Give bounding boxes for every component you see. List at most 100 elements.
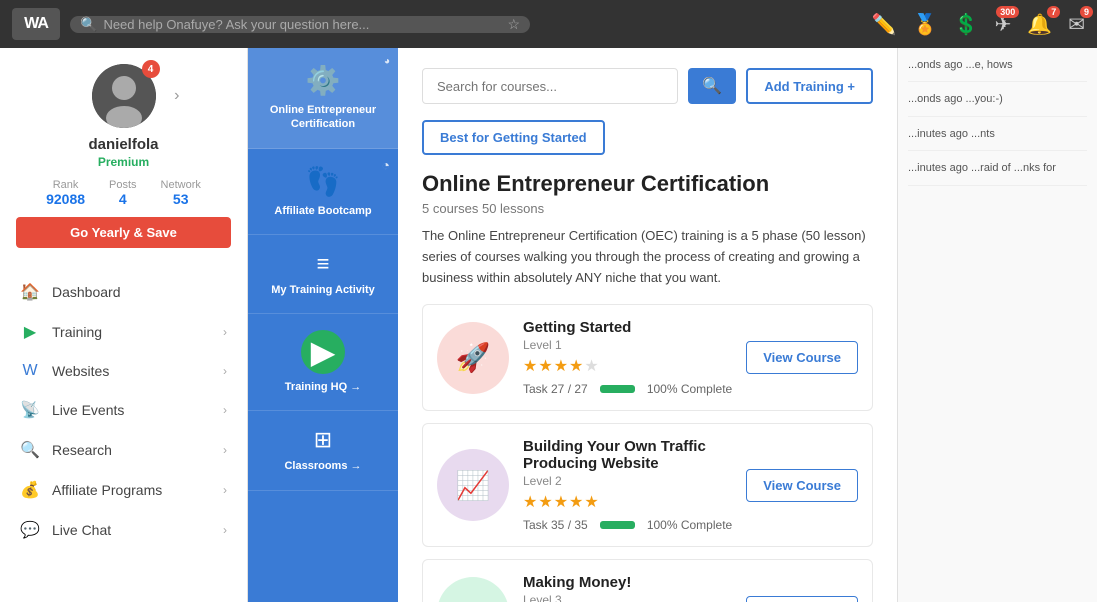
course-search-button[interactable]: 🔍	[688, 68, 736, 104]
dashboard-icon: 🏠	[20, 282, 40, 302]
mail-badge: 9	[1080, 6, 1093, 18]
stat-posts: Posts 4	[109, 179, 137, 207]
sidebar-item-websites[interactable]: W Websites ›	[0, 352, 247, 390]
progress-bar-fill-2	[600, 521, 635, 529]
mail-nav-btn[interactable]: ✉ 9	[1068, 12, 1085, 37]
chat-item-4: ...inutes ago ...raid of ...nks for	[908, 161, 1087, 185]
sidebar-item-research[interactable]: 🔍 Research ›	[0, 430, 247, 470]
ts-progress-bootcamp: ◔	[382, 157, 390, 173]
ts-icon-activity: ≡	[256, 251, 390, 277]
chevron-icon-liveevents: ›	[223, 403, 227, 417]
notification-badge: 4	[142, 60, 160, 78]
training-icon: ▶	[20, 322, 40, 342]
course-info-2: Building Your Own Traffic Producing Webs…	[523, 438, 732, 532]
course-content: 🔍 Add Training + Best for Getting Starte…	[398, 48, 897, 602]
tab-best-started[interactable]: Best for Getting Started	[422, 120, 605, 155]
chevron-icon: ›	[223, 325, 227, 339]
upgrade-button[interactable]: Go Yearly & Save	[16, 217, 231, 248]
course-card-2: 📈 Building Your Own Traffic Producing We…	[422, 423, 873, 547]
progress-bar-wrap-1	[600, 385, 635, 393]
stat-network: Network 53	[161, 179, 201, 207]
cert-desc: The Online Entrepreneur Certification (O…	[422, 226, 873, 288]
ts-item-oec[interactable]: ◕ ⚙️ Online Entrepreneur Certification	[248, 48, 398, 149]
progress-bar-wrap-2	[600, 521, 635, 529]
sidebar-item-livechat[interactable]: 💬 Live Chat ›	[0, 510, 247, 550]
chat-item-3: ...inutes ago ...nts	[908, 127, 1087, 151]
ts-icon-oec: ⚙️	[256, 64, 390, 97]
search-input[interactable]	[103, 17, 501, 32]
ts-item-activity[interactable]: ≡ My Training Activity	[248, 235, 398, 314]
chevron-icon-livechat: ›	[223, 523, 227, 537]
course-info-3: Making Money! Level 3 ★★★★★ Task 28 / 28…	[523, 574, 732, 602]
livechat-icon: 💬	[20, 520, 40, 540]
ts-item-bootcamp[interactable]: ◔ 👣 Affiliate Bootcamp	[248, 149, 398, 235]
rank-nav-btn[interactable]: 🏅	[913, 12, 938, 37]
course-stars-1: ★★★★★	[523, 356, 732, 376]
left-sidebar: 4 › danielfola Premium Rank 92088 Posts …	[0, 48, 248, 602]
websites-icon: W	[20, 362, 40, 380]
search-bar[interactable]: 🔍 ☆	[70, 16, 530, 33]
course-progress-1: Task 27 / 27 100% Complete	[523, 382, 732, 396]
sidebar-item-liveevents[interactable]: 📡 Live Events ›	[0, 390, 247, 430]
bell-badge: 7	[1047, 6, 1060, 18]
star-icon: ☆	[507, 16, 520, 33]
edit-nav-btn[interactable]: ✏️	[872, 12, 897, 37]
cert-header: Online Entrepreneur Certification 5 cour…	[422, 171, 873, 288]
course-stars-2: ★★★★★	[523, 492, 732, 512]
course-thumb-2: 📈	[437, 449, 509, 521]
ts-icon-hq: ▶	[301, 330, 345, 374]
ts-icon-classrooms: ⊞	[256, 427, 390, 453]
avatar-wrap: 4 ›	[92, 64, 156, 128]
stat-rank: Rank 92088	[46, 179, 85, 207]
course-card-1: 🚀 Getting Started Level 1 ★★★★★ Task 27 …	[422, 304, 873, 411]
username: danielfola	[88, 136, 158, 153]
cert-meta: 5 courses 50 lessons	[422, 201, 873, 216]
ts-item-classrooms[interactable]: ⊞ Classrooms →	[248, 411, 398, 490]
sidebar-nav: 🏠 Dashboard ▶ Training › W Websites › 📡 …	[0, 264, 247, 558]
cert-title: Online Entrepreneur Certification	[422, 171, 873, 197]
chat-item-2: ...onds ago ...you:-)	[908, 92, 1087, 116]
view-course-btn-1[interactable]: View Course	[746, 341, 858, 374]
bell-nav-btn[interactable]: 🔔 7	[1027, 12, 1052, 37]
ts-progress-oec: ◕	[384, 56, 390, 67]
tab-bar: Best for Getting Started	[422, 120, 873, 155]
app-body: 4 › danielfola Premium Rank 92088 Posts …	[0, 48, 1097, 602]
add-training-button[interactable]: Add Training +	[746, 68, 873, 104]
liveevents-icon: 📡	[20, 400, 40, 420]
search-icon: 🔍	[80, 16, 97, 33]
course-thumb-1: 🚀	[437, 322, 509, 394]
ts-icon-bootcamp: 👣	[256, 165, 390, 198]
chevron-icon-affiliate: ›	[223, 483, 227, 497]
logo[interactable]: WA	[12, 8, 60, 40]
avatar-nav-arrow[interactable]: ›	[174, 87, 179, 105]
sidebar-item-dashboard[interactable]: 🏠 Dashboard	[0, 272, 247, 312]
chevron-icon-research: ›	[223, 443, 227, 457]
right-chat-panel: ...onds ago ...e, hows ...onds ago ...yo…	[897, 48, 1097, 602]
user-stats: Rank 92088 Posts 4 Network 53	[46, 179, 201, 207]
training-panel: ◕ ⚙️ Online Entrepreneur Certification ◔…	[248, 48, 1097, 602]
sidebar-item-training[interactable]: ▶ Training ›	[0, 312, 247, 352]
profile-section: 4 › danielfola Premium Rank 92088 Posts …	[0, 64, 247, 264]
chat-item-1: ...onds ago ...e, hows	[908, 58, 1087, 82]
research-icon: 🔍	[20, 440, 40, 460]
course-info-1: Getting Started Level 1 ★★★★★ Task 27 / …	[523, 319, 732, 396]
dollar-nav-btn[interactable]: 💲	[954, 12, 979, 37]
view-course-btn-3[interactable]: View Course	[746, 596, 858, 602]
view-course-btn-2[interactable]: View Course	[746, 469, 858, 502]
course-card-3: 💵 Making Money! Level 3 ★★★★★ Task 28 / …	[422, 559, 873, 602]
chevron-icon-websites: ›	[223, 364, 227, 378]
sidebar-item-affiliate[interactable]: 💰 Affiliate Programs ›	[0, 470, 247, 510]
ts-item-hq[interactable]: ▶ Training HQ →	[248, 314, 398, 411]
training-sidebar: ◕ ⚙️ Online Entrepreneur Certification ◔…	[248, 48, 398, 602]
progress-bar-fill-1	[600, 385, 635, 393]
plane-badge: 300	[996, 6, 1019, 18]
course-progress-2: Task 35 / 35 100% Complete	[523, 518, 732, 532]
course-thumb-3: 💵	[437, 577, 509, 602]
course-search-input[interactable]	[422, 68, 678, 104]
affiliate-icon: 💰	[20, 480, 40, 500]
plane-nav-btn[interactable]: ✈ 300	[995, 12, 1012, 37]
user-badge: Premium	[98, 155, 149, 169]
nav-icons: ✏️ 🏅 💲 ✈ 300 🔔 7 ✉ 9	[872, 12, 1085, 37]
top-nav: WA 🔍 ☆ ✏️ 🏅 💲 ✈ 300 🔔 7 ✉ 9	[0, 0, 1097, 48]
course-search-bar: 🔍 Add Training +	[422, 68, 873, 104]
